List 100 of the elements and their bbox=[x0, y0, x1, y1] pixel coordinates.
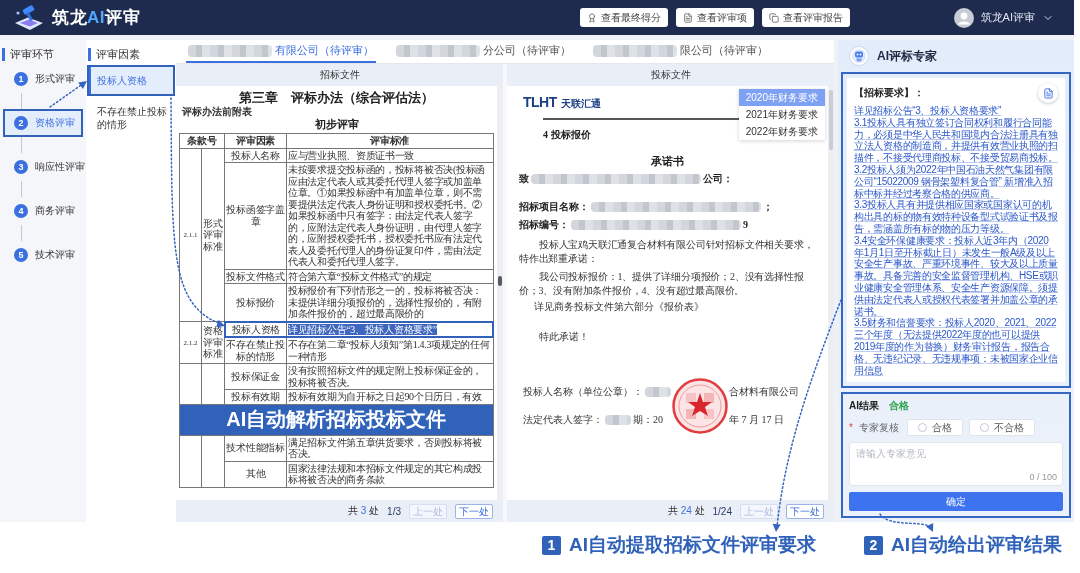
redacted-text bbox=[605, 415, 631, 425]
bidder-tab[interactable]: 分公司（待评审） bbox=[394, 40, 573, 63]
stage-item[interactable]: 2 资格评审 bbox=[3, 109, 83, 137]
table-cell: 没有按照招标文件的规定附上投标保证金的，投标将被否决。 bbox=[286, 363, 493, 390]
section-title: 评审环节 bbox=[2, 48, 54, 61]
table-cell: 投标人资格 bbox=[224, 321, 287, 337]
document-paragraph: 特此承诺！ bbox=[538, 330, 589, 344]
annotation-banner: AI自动解析招标投标文件 bbox=[180, 404, 493, 435]
document-paragraph: 投标人宝鸡天联汇通复合材料有限公司针对招标文件相关要求，特作出郑重承诺： bbox=[519, 238, 815, 266]
step-badge: 2 bbox=[864, 535, 883, 555]
document-paragraph: 我公司投标报价：1、提供了详细分项报价；2、没有选择性报价；3、没有附加条件报价，4、没有超过最高限价。 bbox=[519, 270, 805, 298]
step-connector bbox=[21, 225, 22, 241]
character-counter: 0 / 100 bbox=[1029, 472, 1057, 483]
document-text: 招标项目名称： bbox=[519, 200, 589, 214]
menu-item[interactable]: 2022年财务要求 bbox=[738, 123, 825, 140]
step-connector bbox=[21, 93, 22, 109]
table-cell: 未按要求提交投标函的，投标将被否决(投标函应由法定代表人或其委托代理人签字或加盖单位章。①如果投标函中有加盖单位章，则不需要提供法定代表人身份证明和授权委托书。②如果投标函中只有签字：由法定代表人签字的，应附法定代表人身份证明，由代理人签字的，应附授权委托书，授权委托书应有法定代表人及委托代理人的身份证复印件，需由法定代表人和委托代理人签字。 bbox=[286, 162, 493, 269]
requirement-text: 详见招标公告“3、投标人资格要求” bbox=[854, 105, 1003, 117]
toolbar-button[interactable]: 查看评审项 bbox=[675, 8, 754, 27]
table-cell: 投标保证金 bbox=[224, 363, 287, 390]
copy-icon bbox=[768, 12, 779, 23]
document-text: 年 7 月 17 日 bbox=[729, 413, 785, 427]
factor-item[interactable]: 不存在禁止投标的情形 bbox=[87, 96, 175, 140]
scrollbar-thumb bbox=[498, 276, 502, 286]
table-cell: 技术性能指标 bbox=[224, 435, 287, 461]
callout-text: AI自动给出评审结果 bbox=[891, 534, 1062, 556]
radio-option[interactable]: 不合格 bbox=[968, 419, 1035, 437]
document-text: 招标编号： bbox=[519, 218, 569, 232]
next-button[interactable]: 下一处 bbox=[455, 503, 493, 519]
match-count: 共 3 处 bbox=[347, 504, 380, 518]
robot-icon bbox=[849, 46, 869, 66]
step-badge: 1 bbox=[542, 535, 561, 555]
document-text: 法定代表人签字： bbox=[523, 413, 603, 427]
stage-item[interactable]: 3 响应性评审 bbox=[3, 153, 83, 181]
bidder-tab[interactable]: 限公司（待评审） bbox=[591, 40, 770, 63]
section-title: 评审因素 bbox=[88, 48, 140, 61]
requirement-text: 3.3投标人具有并提供相应国家或国家认可的机构出具的标的物有效特种设备型式试验证书及报告，需涵盖所有标的物的压力等级。 bbox=[854, 199, 1058, 235]
radio-option[interactable]: 合格 bbox=[906, 419, 963, 437]
section-heading: 4 投标报价 bbox=[543, 128, 591, 142]
toolbar-button[interactable]: 查看最终得分 bbox=[579, 8, 668, 27]
user-name[interactable]: 筑龙AI评审 bbox=[980, 10, 1035, 25]
page-indicator: 1/24 bbox=[712, 505, 732, 517]
table-cell: 投标人名称 bbox=[224, 148, 287, 163]
panel-title: AI评标专家 bbox=[877, 47, 937, 65]
pane-header: 投标文件 bbox=[507, 64, 834, 86]
document-text: 致 bbox=[519, 172, 529, 186]
field-label: 专家复核 bbox=[858, 420, 899, 435]
table-cell: 应与营业执照、资质证书一致 bbox=[286, 148, 493, 163]
table-header-cell: 评审因素 bbox=[224, 133, 287, 148]
submit-button[interactable]: 确定 bbox=[849, 492, 1063, 511]
step-connector bbox=[21, 137, 22, 153]
document-text: ； bbox=[763, 200, 773, 214]
result-label: AI结果 bbox=[849, 399, 879, 414]
factor-item[interactable]: 投标人资格 bbox=[87, 65, 175, 96]
required-mark: * bbox=[849, 422, 853, 434]
table-cell: 投标文件格式 bbox=[224, 269, 287, 284]
pane-header: 招标文件 bbox=[176, 64, 503, 86]
document-button[interactable] bbox=[1038, 83, 1058, 103]
table-cell: 其他 bbox=[224, 461, 287, 487]
table-cell: 投标有效期 bbox=[224, 389, 287, 404]
document-icon bbox=[1042, 87, 1054, 99]
toolbar-button[interactable]: 查看评审报告 bbox=[761, 8, 850, 27]
scrollbar-thumb bbox=[829, 90, 833, 150]
document-text: 公司： bbox=[703, 172, 733, 186]
step-number: 5 bbox=[14, 248, 28, 262]
stage-item[interactable]: 5 技术评审 bbox=[3, 241, 83, 269]
dotted-arrow bbox=[49, 81, 87, 108]
section-title: 初步评审 bbox=[314, 118, 359, 131]
table-cell: 投标有效期为自开标之日起90个日历日，有效 bbox=[286, 389, 493, 404]
gavel-logo-icon bbox=[14, 4, 44, 31]
next-button[interactable]: 下一处 bbox=[786, 503, 824, 519]
table-cell: 详见招标公告“3、投标人资格要求” bbox=[286, 321, 493, 337]
callout-text: AI自动提取招标文件评审要求 bbox=[569, 534, 816, 556]
table-header-cell: 评审标准 bbox=[286, 133, 493, 148]
table-cell: 形式评审标准 bbox=[201, 148, 225, 322]
result-verdict: 合格 bbox=[889, 399, 909, 414]
document-text: 9 bbox=[743, 218, 748, 232]
chapter-title: 第三章 评标办法（综合评估法） bbox=[239, 90, 434, 105]
step-connector bbox=[21, 181, 22, 197]
company-name: 天联汇通 bbox=[560, 98, 601, 110]
document-text: 合材料有限公司 bbox=[729, 385, 799, 399]
document-text: 投标人名称（单位公章）： bbox=[523, 385, 643, 399]
step-number: 1 bbox=[14, 72, 28, 86]
requirements-heading: 【招标要求】： bbox=[854, 86, 924, 100]
table-cell: 符合第六章“投标文件格式”的规定 bbox=[286, 269, 493, 284]
table-cell: 不存在禁止投标的情形 bbox=[224, 337, 287, 364]
medal-icon bbox=[586, 12, 597, 23]
table-cell: 不存在第二章“投标人须知”第1.4.3项规定的任何一种情形 bbox=[286, 337, 493, 364]
requirement-text: 3.2投标人须为2022年中国石油天然气集团有限公司“15022009 钢骨架塑料复合管” 新增准入招标中标并经过考察合格的供应商。 bbox=[854, 164, 1054, 199]
document-text: 期：20 bbox=[633, 413, 663, 427]
requirement-text: 3.1投标人具有独立签订合同权利和履行合同能力，必须是中华人民共和国境内合法注册具有独立法人资格的制造商，并提供有效营业执照的扫描件，不接受代理商投标、不接受贸易商投标。 bbox=[854, 116, 1058, 164]
stage-item[interactable]: 4 商务评审 bbox=[3, 197, 83, 225]
page-indicator: 1/3 bbox=[387, 505, 401, 517]
menu-item[interactable]: 2021年财务要求 bbox=[738, 106, 825, 123]
table-caption: 评标办法前附表 bbox=[182, 105, 252, 118]
table-cell: 国家法律法规和本招标文件规定的其它构成投标将被否决的商务条款 bbox=[286, 461, 493, 487]
table-header-cell: 条款号 bbox=[179, 133, 225, 148]
table-cell: 投标报价有下列情形之一的，投标将被否决：未提供详细分项报价的，选择性报价的，有附加条件报价的，超过最高限价的 bbox=[286, 283, 493, 322]
avatar-icon[interactable] bbox=[953, 7, 974, 28]
document-title: 承诺书 bbox=[651, 154, 684, 168]
